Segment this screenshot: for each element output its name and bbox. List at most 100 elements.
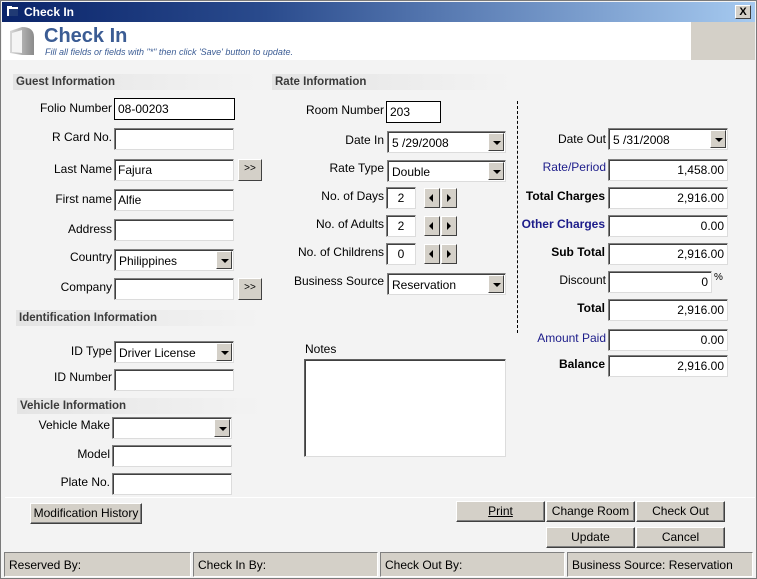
folio-number-field[interactable]: 08-00203 [114, 98, 235, 120]
business-source-select[interactable]: Reservation [387, 273, 506, 295]
chevron-down-icon[interactable] [216, 251, 232, 269]
date-in-value: 5 /29/2008 [392, 136, 449, 150]
door-icon [10, 27, 34, 55]
date-out-label: Date Out [557, 132, 606, 146]
rate-information-heading: Rate Information [272, 74, 512, 90]
last-name-field[interactable]: Fajura [114, 159, 234, 181]
status-reserved-by: Reserved By: [4, 552, 191, 577]
model-label: Model [77, 447, 110, 461]
room-number-label: Room Number [305, 103, 384, 117]
other-charges-field[interactable]: 0.00 [608, 215, 728, 237]
no-of-childrens-field[interactable]: 0 [386, 243, 416, 265]
total-label: Total [577, 301, 605, 315]
sub-total-field[interactable]: 2,916.00 [608, 243, 728, 265]
chevron-down-icon[interactable] [488, 275, 504, 293]
page-title: Check In [44, 25, 128, 47]
first-name-field[interactable]: Alfie [114, 189, 234, 211]
no-of-days-label: No. of Days [321, 189, 384, 203]
r-card-no-field[interactable] [114, 128, 234, 150]
amount-paid-field[interactable]: 0.00 [608, 329, 728, 351]
rate-type-select[interactable]: Double [387, 160, 506, 182]
vehicle-make-label: Vehicle Make [38, 418, 110, 432]
section-divider [517, 101, 518, 333]
total-charges-label: Total Charges [525, 189, 605, 203]
print-button[interactable]: Print [456, 501, 545, 522]
no-of-adults-field[interactable]: 2 [386, 215, 416, 237]
no-of-days-field[interactable]: 2 [386, 187, 416, 209]
adults-increment-icon[interactable] [441, 216, 457, 236]
r-card-no-label: R Card No. [51, 130, 112, 144]
page-subtitle: Fill all fields or fields with "*" then … [45, 47, 293, 57]
chevron-down-icon[interactable] [214, 419, 230, 437]
date-out-value: 5 /31/2008 [613, 133, 670, 147]
address-field[interactable] [114, 219, 234, 241]
balance-label: Balance [558, 357, 605, 371]
company-field[interactable] [114, 278, 234, 300]
identification-information-heading: Identification Information [16, 310, 261, 326]
window-title: Check In [24, 5, 75, 19]
cancel-button[interactable]: Cancel [636, 527, 725, 548]
company-lookup-button[interactable]: >> [238, 278, 262, 300]
total-field[interactable]: 2,916.00 [608, 299, 728, 321]
business-source-value: Reservation [392, 278, 457, 292]
chevron-down-icon[interactable] [710, 130, 726, 148]
model-field[interactable] [112, 445, 232, 467]
country-select[interactable]: Philippines [114, 249, 234, 271]
vehicle-information-heading: Vehicle Information [17, 398, 262, 414]
rate-period-field[interactable]: 1,458.00 [608, 159, 728, 181]
window-app-icon [7, 6, 18, 16]
check-out-button[interactable]: Check Out [636, 501, 725, 522]
address-label: Address [67, 222, 112, 236]
plate-no-label: Plate No. [60, 475, 110, 489]
id-type-select[interactable]: Driver License [114, 341, 234, 363]
last-name-lookup-button[interactable]: >> [238, 159, 262, 181]
rate-type-label: Rate Type [329, 161, 384, 175]
notes-label: Notes [305, 342, 337, 356]
page-header: Check In Fill all fields or fields with … [2, 22, 755, 60]
childrens-increment-icon[interactable] [441, 244, 457, 264]
update-button[interactable]: Update [546, 527, 635, 548]
guest-information-heading: Guest Information [13, 74, 258, 90]
vehicle-make-select[interactable] [112, 417, 232, 439]
sub-total-label: Sub Total [551, 245, 605, 259]
footer-divider [5, 497, 755, 498]
company-label: Company [60, 280, 112, 294]
balance-field[interactable]: 2,916.00 [608, 355, 728, 377]
days-increment-icon[interactable] [441, 188, 457, 208]
status-check-in-by: Check In By: [193, 552, 378, 577]
amount-paid-label: Amount Paid [537, 331, 606, 345]
discount-field[interactable]: 0 [608, 271, 712, 293]
country-label: Country [69, 250, 112, 264]
date-in-picker[interactable]: 5 /29/2008 [387, 131, 506, 153]
days-decrement-icon[interactable] [424, 188, 440, 208]
title-bar: Check In X [2, 2, 755, 22]
close-button[interactable]: X [735, 5, 751, 19]
status-check-out-by: Check Out By: [380, 552, 565, 577]
childrens-decrement-icon[interactable] [424, 244, 440, 264]
header-corner-panel [691, 22, 755, 60]
percent-sign: % [714, 272, 723, 283]
total-charges-field[interactable]: 2,916.00 [608, 187, 728, 209]
adults-decrement-icon[interactable] [424, 216, 440, 236]
date-in-label: Date In [345, 133, 384, 147]
first-name-label: First name [55, 192, 112, 206]
discount-label: Discount [559, 273, 606, 287]
modification-history-button[interactable]: Modification History [30, 503, 142, 524]
notes-textarea[interactable] [304, 359, 506, 457]
country-value: Philippines [119, 254, 178, 268]
id-number-field[interactable] [114, 369, 234, 391]
check-in-window: Check In X Check In Fill all fields or f… [0, 0, 757, 579]
status-business-source: Business Source: Reservation [567, 552, 753, 577]
chevron-down-icon[interactable] [488, 133, 504, 151]
folio-number-label: Folio Number [39, 101, 112, 115]
chevron-down-icon[interactable] [216, 343, 232, 361]
date-out-picker[interactable]: 5 /31/2008 [608, 128, 728, 150]
chevron-down-icon[interactable] [488, 162, 504, 180]
rate-type-value: Double [392, 165, 431, 179]
no-of-childrens-label: No. of Childrens [297, 245, 384, 259]
change-room-button[interactable]: Change Room [546, 501, 635, 522]
plate-no-field[interactable] [112, 473, 232, 495]
other-charges-label[interactable]: Other Charges [521, 217, 605, 231]
id-number-label: ID Number [53, 370, 112, 384]
room-number-field[interactable]: 203 [386, 101, 441, 123]
